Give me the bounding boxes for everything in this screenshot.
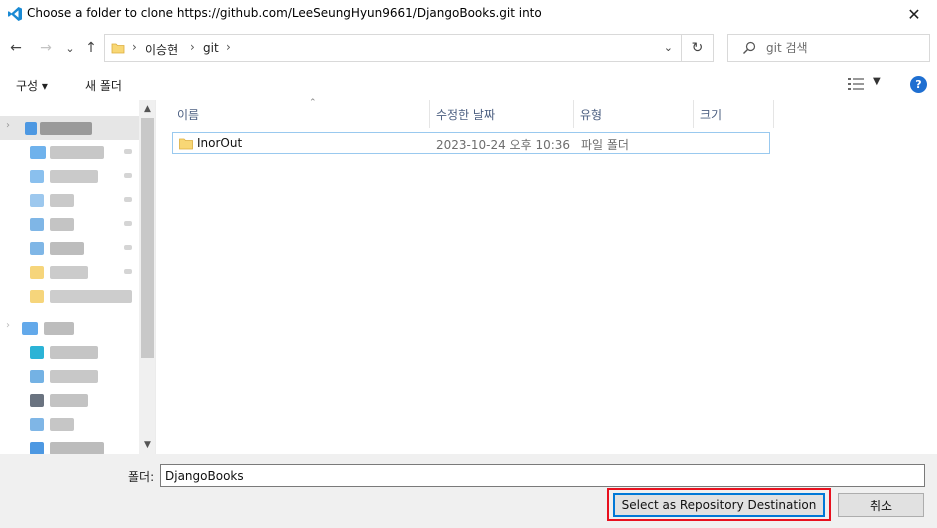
- nav-tree-item[interactable]: [0, 188, 139, 212]
- breadcrumb-separator: ›: [132, 40, 137, 54]
- folder-icon: [179, 138, 193, 150]
- refresh-icon: ↻: [691, 40, 704, 56]
- column-header-label: 크기: [700, 108, 723, 122]
- nav-tree-item[interactable]: [0, 412, 139, 436]
- up-button[interactable]: ↑: [82, 38, 100, 58]
- nav-tree-item[interactable]: [0, 284, 139, 308]
- column-header-label: 이름: [177, 108, 200, 122]
- file-type: 파일 폴더: [581, 138, 629, 152]
- address-dropdown-icon[interactable]: ⌄: [664, 41, 673, 54]
- file-row[interactable]: InorOut 2023-10-24 오후 10:36 파일 폴더: [172, 132, 770, 154]
- help-button[interactable]: ?: [910, 76, 927, 93]
- up-arrow-icon: ↑: [85, 40, 97, 56]
- close-icon: ✕: [907, 4, 921, 24]
- vscode-icon: [8, 7, 22, 21]
- scroll-down-icon[interactable]: ▼: [139, 437, 155, 453]
- nav-tree-item[interactable]: [0, 164, 139, 188]
- folder-label: 폴더:: [128, 470, 155, 484]
- new-folder-button[interactable]: 새 폴더: [85, 77, 122, 94]
- search-input[interactable]: [766, 40, 916, 56]
- cancel-button[interactable]: 취소: [838, 493, 924, 517]
- nav-tree-item[interactable]: ›: [0, 316, 139, 340]
- column-header-name[interactable]: ⌃ 이름: [171, 98, 430, 128]
- select-destination-button[interactable]: Select as Repository Destination: [613, 493, 825, 517]
- window-title: Choose a folder to clone https://github.…: [27, 6, 542, 20]
- breadcrumb-item[interactable]: git: [203, 41, 219, 55]
- close-button[interactable]: ✕: [891, 0, 937, 28]
- nav-tree-item[interactable]: [0, 212, 139, 236]
- nav-tree-item[interactable]: [0, 340, 139, 364]
- nav-tree-item[interactable]: [0, 236, 139, 260]
- column-header-modified[interactable]: 수정한 날짜: [430, 100, 574, 128]
- expand-icon: ›: [6, 320, 10, 331]
- nav-tree-item[interactable]: [0, 388, 139, 412]
- navigation-bar: ← → ⌄ ↑ › 이승현 › git › ⌄ ↻: [0, 30, 937, 66]
- column-header-label: 유형: [580, 108, 603, 122]
- forward-arrow-icon: →: [40, 40, 52, 56]
- column-header-label: 수정한 날짜: [436, 108, 496, 122]
- file-list: ⌃ 이름 수정한 날짜 유형 크기 InorOut 2023-10-24 오후 …: [157, 98, 937, 454]
- view-dropdown-icon[interactable]: ▼: [873, 76, 881, 87]
- navigation-pane: › › ▲ ▼: [0, 100, 156, 454]
- column-header-type[interactable]: 유형: [574, 100, 694, 128]
- expand-icon: ›: [6, 120, 10, 131]
- organize-button[interactable]: 구성 ▾: [16, 77, 48, 94]
- title-bar: Choose a folder to clone https://github.…: [0, 0, 937, 28]
- scrollbar-thumb[interactable]: [141, 118, 154, 358]
- scroll-up-icon[interactable]: ▲: [139, 101, 155, 117]
- file-modified: 2023-10-24 오후 10:36: [436, 138, 571, 152]
- command-toolbar: 구성 ▾ 새 폴더: [0, 70, 937, 100]
- forward-button[interactable]: →: [37, 38, 55, 58]
- nav-tree-item[interactable]: [0, 260, 139, 284]
- back-button[interactable]: ←: [7, 38, 25, 58]
- chevron-down-icon: ⌄: [65, 41, 75, 55]
- breadcrumb-separator: ›: [190, 40, 195, 54]
- folder-icon: [111, 43, 125, 54]
- nav-tree-item[interactable]: ›: [0, 116, 139, 140]
- column-header-size[interactable]: 크기: [694, 100, 774, 128]
- back-arrow-icon: ←: [10, 40, 22, 56]
- search-box[interactable]: [727, 34, 930, 62]
- recent-locations-button[interactable]: ⌄: [61, 38, 79, 58]
- view-options-icon[interactable]: [848, 78, 866, 90]
- refresh-button[interactable]: ↻: [682, 34, 714, 62]
- folder-name-input[interactable]: [160, 464, 925, 487]
- nav-tree-item[interactable]: [0, 140, 139, 164]
- search-icon: [743, 41, 756, 54]
- nav-tree-item[interactable]: [0, 436, 139, 454]
- breadcrumb-separator: ›: [226, 40, 231, 54]
- navigation-pane-scrollbar[interactable]: ▲ ▼: [139, 100, 155, 454]
- sort-ascending-icon: ⌃: [309, 98, 317, 108]
- file-name: InorOut: [197, 136, 243, 150]
- nav-tree-item[interactable]: [0, 364, 139, 388]
- address-bar[interactable]: › 이승현 › git › ⌄: [104, 34, 682, 62]
- dialog-footer: 폴더: Select as Repository Destination 취소: [0, 454, 937, 528]
- breadcrumb-item[interactable]: 이승현: [145, 41, 178, 58]
